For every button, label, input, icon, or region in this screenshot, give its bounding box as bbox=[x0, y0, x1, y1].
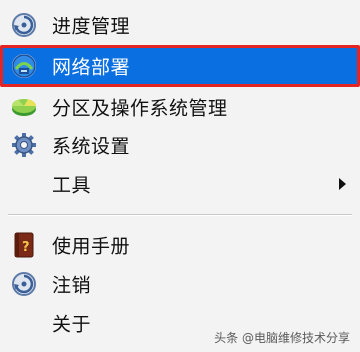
menu-item-logout[interactable]: 注销 bbox=[0, 265, 360, 303]
menu-item-label: 分区及操作系统管理 bbox=[52, 97, 228, 120]
svg-text:?: ? bbox=[22, 240, 30, 255]
manual-book-icon: ? bbox=[10, 231, 38, 259]
menu-item-label: 注销 bbox=[52, 274, 92, 297]
menu-item-user-manual[interactable]: ? 使用手册 bbox=[0, 226, 360, 264]
menu-item-label: 使用手册 bbox=[52, 235, 131, 258]
menu-item-system-settings[interactable]: 系统设置 bbox=[0, 126, 360, 164]
submenu-arrow-icon bbox=[339, 178, 346, 190]
watermark: 头条 @电脑维修技术分享 bbox=[214, 331, 350, 345]
menu-item-label: 系统设置 bbox=[52, 135, 131, 158]
logout-icon bbox=[10, 270, 38, 298]
menu-item-label: 关于 bbox=[52, 313, 92, 336]
menu-item-partition-os-management[interactable]: 分区及操作系统管理 bbox=[0, 88, 360, 126]
context-menu: 进度管理 网络部署 分区及操作系统管理 系统设置 工具 ? 使用手册 注销 关于… bbox=[0, 0, 360, 352]
menu-item-label: 工具 bbox=[52, 174, 92, 197]
menu-item-tools[interactable]: 工具 bbox=[0, 165, 360, 203]
network-deploy-icon bbox=[10, 52, 38, 80]
menu-separator bbox=[8, 214, 352, 216]
menu-item-label: 进度管理 bbox=[52, 15, 131, 38]
progress-icon bbox=[10, 11, 38, 39]
menu-item-progress-management[interactable]: 进度管理 bbox=[0, 6, 360, 44]
menu-item-label: 网络部署 bbox=[52, 56, 131, 79]
menu-item-network-deployment[interactable]: 网络部署 bbox=[0, 45, 360, 87]
partition-icon bbox=[10, 93, 38, 121]
gear-icon bbox=[10, 131, 38, 159]
